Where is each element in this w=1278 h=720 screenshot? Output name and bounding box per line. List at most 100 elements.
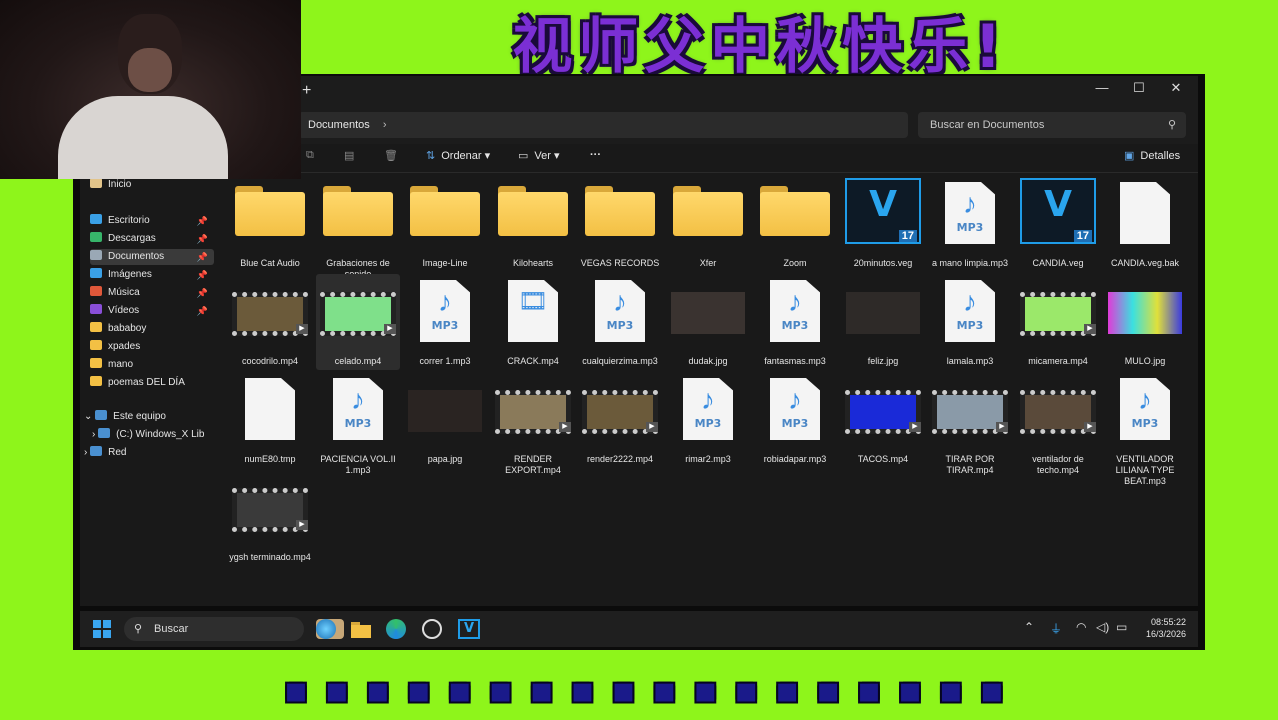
breadcrumb-documentos[interactable]: Documentos bbox=[308, 119, 370, 131]
breadcrumb[interactable]: Documentos › bbox=[298, 112, 908, 138]
folder-icon bbox=[673, 186, 743, 236]
file-item[interactable]: VEGAS RECORDS bbox=[578, 176, 662, 272]
file-item[interactable]: ▶ TIRAR POR TIRAR.mp4 bbox=[928, 372, 1012, 475]
edge-icon[interactable] bbox=[386, 619, 406, 639]
sidebar-item[interactable]: Escritorio 📌 bbox=[90, 213, 214, 229]
file-item[interactable]: MULO.jpg bbox=[1103, 274, 1187, 370]
copy-icon[interactable]: ⧉ bbox=[306, 149, 314, 162]
sidebar-item[interactable]: mano bbox=[90, 357, 214, 373]
file-item[interactable]: numE80.tmp bbox=[228, 372, 312, 468]
file-item[interactable]: ▶ RENDER EXPORT.mp4 bbox=[491, 372, 575, 475]
image-thumbnail bbox=[408, 390, 482, 432]
sidebar-item[interactable]: Descargas 📌 bbox=[90, 231, 214, 247]
file-item[interactable]: ▶ cocodrilo.mp4 bbox=[228, 274, 312, 370]
sidebar-item[interactable]: Vídeos 📌 bbox=[90, 303, 214, 319]
wifi-icon[interactable]: ◠ bbox=[1076, 620, 1086, 634]
sidebar-item[interactable]: Música 📌 bbox=[90, 285, 214, 301]
chevron-down-icon[interactable]: ⌄ bbox=[84, 411, 95, 422]
file-item[interactable]: papa.jpg bbox=[403, 372, 487, 468]
delete-icon[interactable]: 🗑 bbox=[384, 149, 398, 162]
file-item[interactable]: ♪ MP3 VENTILADOR LILIANA TYPE BEAT.mp3 bbox=[1103, 372, 1187, 486]
more-options-button[interactable]: ··· bbox=[590, 149, 601, 161]
widgets-icon[interactable] bbox=[316, 619, 336, 639]
sidebar-item[interactable]: Imágenes 📌 bbox=[90, 267, 214, 283]
navigation-pane: Inicio Escritorio 📌 Descargas 📌 Documentos 📌 Im… bbox=[80, 173, 220, 606]
file-item[interactable]: ♪ MP3 a mano limpia.mp3 bbox=[928, 176, 1012, 272]
file-item[interactable]: ▶ ventilador de techo.mp4 bbox=[1016, 372, 1100, 475]
details-button[interactable]: ▣ Detalles bbox=[1124, 149, 1180, 162]
file-item[interactable]: ♪ MP3 PACIENCIA VOL.II 1.mp3 bbox=[316, 372, 400, 475]
file-name: feliz.jpg bbox=[867, 356, 899, 366]
maximize-button[interactable]: ☐ bbox=[1124, 80, 1154, 96]
start-icon[interactable] bbox=[92, 619, 112, 639]
file-item[interactable]: ▶ ygsh terminado.mp4 bbox=[228, 470, 312, 566]
mp3-file-icon: ♪ MP3 bbox=[1120, 378, 1170, 440]
tree-item[interactable]: ⌄ Este equipo bbox=[84, 409, 208, 425]
file-explorer-icon[interactable] bbox=[350, 619, 372, 639]
chevron-up-icon[interactable]: ⌃ bbox=[1024, 620, 1034, 634]
sidebar-item-label: Música bbox=[108, 287, 140, 298]
file-item[interactable]: ♪ MP3 robiadapar.mp3 bbox=[753, 372, 837, 468]
sidebar-item-label: Documentos bbox=[108, 251, 165, 262]
file-item[interactable]: ▶ render2222.mp4 bbox=[578, 372, 662, 468]
file-item[interactable]: ♪ MP3 correr 1.mp3 bbox=[403, 274, 487, 370]
obs-icon[interactable] bbox=[422, 619, 442, 639]
vegas-icon[interactable]: V bbox=[458, 619, 480, 639]
chevron-right-icon[interactable]: › bbox=[383, 119, 387, 131]
file-item[interactable]: ♪ MP3 cualquierzima.mp3 bbox=[578, 274, 662, 370]
image-thumbnail bbox=[846, 292, 920, 334]
usb-icon[interactable]: ⏚ bbox=[1050, 620, 1062, 637]
minimize-button[interactable]: — bbox=[1087, 80, 1117, 95]
file-item[interactable]: Zoom bbox=[753, 176, 837, 272]
network-icon bbox=[90, 446, 103, 456]
sort-button[interactable]: ⇅ Ordenar ▾ bbox=[426, 149, 490, 162]
tree-item[interactable]: › Red bbox=[84, 445, 208, 461]
file-item[interactable]: V 17 CANDIA.veg bbox=[1016, 176, 1100, 272]
system-clock[interactable]: 08:55:22 16/3/2026 bbox=[1146, 616, 1186, 640]
file-item[interactable]: dudak.jpg bbox=[666, 274, 750, 370]
sidebar-item[interactable]: xpades bbox=[90, 339, 214, 355]
taskbar-search[interactable]: ⚲ Buscar bbox=[124, 617, 304, 641]
file-name: numE80.tmp bbox=[244, 454, 296, 464]
documents-icon bbox=[90, 250, 102, 260]
file-item[interactable]: Image-Line bbox=[403, 176, 487, 272]
new-tab-button[interactable]: + bbox=[302, 82, 311, 100]
mp3-file-icon: ♪ MP3 bbox=[683, 378, 733, 440]
file-item[interactable]: V 17 20minutos.veg bbox=[841, 176, 925, 272]
file-item[interactable]: ▶ micamera.mp4 bbox=[1016, 274, 1100, 370]
clock-time: 08:55:22 bbox=[1150, 617, 1186, 627]
file-item[interactable]: feliz.jpg bbox=[841, 274, 925, 370]
search-input[interactable]: Buscar en Documentos ⚲ bbox=[918, 112, 1186, 138]
file-item[interactable]: Grabaciones de sonido bbox=[316, 176, 400, 279]
sidebar-item[interactable]: Inicio bbox=[90, 177, 214, 193]
tree-item[interactable]: › (C:) Windows_X Lib bbox=[92, 427, 216, 443]
sidebar-item[interactable]: Documentos 📌 bbox=[90, 249, 214, 265]
folder-icon bbox=[760, 186, 830, 236]
rename-icon[interactable]: ▤ bbox=[344, 149, 354, 162]
file-item[interactable]: Xfer bbox=[666, 176, 750, 272]
close-button[interactable]: ✕ bbox=[1161, 80, 1191, 96]
sidebar-item[interactable]: poemas DEL DÍA bbox=[90, 375, 214, 391]
battery-icon[interactable]: ▭ bbox=[1116, 620, 1127, 634]
file-item[interactable]: ▶ TACOS.mp4 bbox=[841, 372, 925, 468]
file-item[interactable]: Kilohearts bbox=[491, 176, 575, 272]
file-item[interactable]: Blue Cat Audio bbox=[228, 176, 312, 272]
file-item[interactable]: 🎞 CRACK.mp4 bbox=[491, 274, 575, 370]
file-item[interactable]: ♪ MP3 fantasmas.mp3 bbox=[753, 274, 837, 370]
sidebar-item[interactable]: bababoy bbox=[90, 321, 214, 337]
file-item[interactable]: ♪ MP3 rimar2.mp3 bbox=[666, 372, 750, 468]
sidebar-item-label: xpades bbox=[108, 341, 141, 352]
file-item[interactable]: ♪ MP3 lamala.mp3 bbox=[928, 274, 1012, 370]
view-button[interactable]: ▭ Ver ▾ bbox=[518, 149, 560, 162]
file-item[interactable]: ▶ celado.mp4 bbox=[316, 274, 400, 370]
blank-file-icon bbox=[1120, 182, 1170, 244]
file-item[interactable]: CANDIA.veg.bak bbox=[1103, 176, 1187, 272]
home-icon bbox=[90, 178, 102, 188]
veg-version: 17 bbox=[1073, 230, 1092, 242]
volume-icon[interactable]: ◁) bbox=[1096, 620, 1109, 634]
music-icon bbox=[90, 286, 102, 296]
video-thumbnail: ▶ bbox=[232, 292, 308, 336]
folder-icon bbox=[323, 186, 393, 236]
sidebar-item-label: mano bbox=[108, 359, 134, 370]
blank-file-icon bbox=[245, 378, 295, 440]
